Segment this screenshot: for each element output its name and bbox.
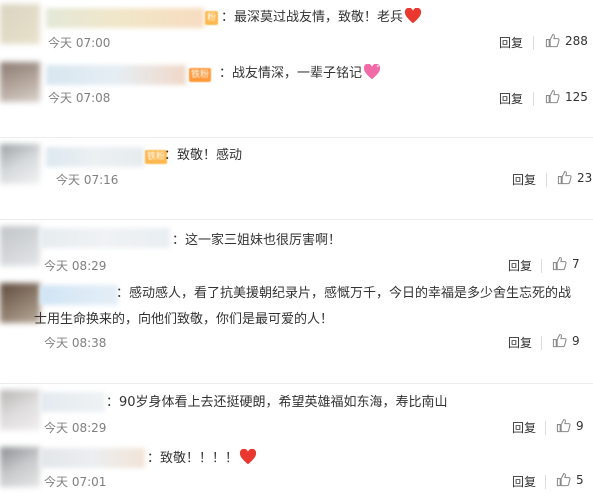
divider — [545, 475, 546, 489]
comment-item: 粉 ：最深莫过战友情，致敬！老兵 今天 07:00 回复 288 — [0, 0, 593, 60]
comment-time: 今天 07:16 — [56, 173, 119, 187]
divider — [541, 336, 542, 350]
avatar[interactable] — [0, 4, 40, 44]
thumbs-up-icon — [552, 256, 567, 271]
comment-text: ：90岁身体看上去还挺硬朗，希望英雄福如东海，寿比南山 — [106, 395, 448, 410]
comment-time: 今天 08:29 — [44, 421, 107, 435]
divider — [541, 259, 542, 273]
like-count: 125 — [565, 89, 588, 104]
comment-item: 铁粉 ：战友情深，一辈子铭记 今天 07:08 回复 125 — [0, 60, 593, 125]
reply-button[interactable]: 回复 — [499, 90, 523, 107]
username-blurred[interactable] — [46, 8, 204, 28]
heart-emoji — [239, 449, 257, 465]
avatar[interactable] — [0, 226, 40, 266]
comment-time: 今天 07:00 — [48, 36, 111, 50]
username-blurred[interactable] — [40, 448, 145, 468]
username-blurred[interactable] — [40, 392, 105, 412]
username-blurred[interactable] — [46, 65, 186, 85]
avatar[interactable] — [0, 144, 40, 184]
like-count: 23 — [577, 170, 593, 185]
like-button[interactable]: 5 — [556, 472, 584, 487]
reply-button[interactable]: 回复 — [512, 171, 536, 188]
divider — [533, 92, 534, 106]
like-button[interactable]: 9 — [556, 418, 584, 433]
avatar[interactable] — [0, 447, 40, 487]
fan-badge: 铁粉 — [189, 68, 212, 82]
comment-text: ：致敬！感动 — [164, 148, 243, 163]
comment-time: 今天 08:29 — [44, 259, 107, 273]
like-button[interactable]: 23 — [557, 170, 592, 185]
divider — [533, 36, 534, 50]
avatar[interactable] — [0, 390, 40, 430]
comment-item: 铁粉 ：致敬！感动 今天 07:16 回复 23 — [0, 137, 593, 210]
like-count: 9 — [572, 333, 580, 348]
sparkle-heart-emoji — [363, 64, 381, 80]
comment-item: ：90岁身体看上去还挺硬朗，希望英雄福如东海，寿比南山 今天 08:29 回复 … — [0, 383, 593, 439]
divider — [545, 421, 546, 435]
thumbs-up-icon — [556, 418, 571, 433]
thumbs-up-icon — [545, 33, 560, 48]
comment-text: ：战友情深，一辈子铭记 — [219, 64, 381, 84]
comment-text: ：致敬！！！！ — [147, 449, 257, 469]
comment-item: ：致敬！！！！ 今天 07:01 回复 5 — [0, 441, 593, 498]
like-button[interactable]: 288 — [545, 33, 588, 48]
thumbs-up-icon — [545, 89, 560, 104]
comment-item: ：这一家三姐妹也很厉害啊！ 今天 08:29 回复 7 — [0, 219, 593, 280]
avatar[interactable] — [0, 62, 40, 102]
fan-badge: 粉 — [205, 11, 219, 25]
username-blurred[interactable] — [40, 228, 170, 248]
like-count: 5 — [576, 472, 584, 487]
like-button[interactable]: 7 — [552, 256, 580, 271]
divider — [546, 173, 547, 187]
like-button[interactable]: 125 — [545, 89, 588, 104]
comment-time: 今天 07:01 — [44, 475, 107, 489]
like-button[interactable]: 9 — [552, 333, 580, 348]
comment-time: 今天 08:38 — [44, 336, 107, 350]
like-count: 9 — [576, 418, 584, 433]
thumbs-up-icon — [557, 170, 572, 185]
thumbs-up-icon — [552, 333, 567, 348]
username-blurred[interactable] — [46, 147, 144, 167]
reply-button[interactable]: 回复 — [512, 419, 536, 436]
comment-text: ：最深莫过战友情，致敬！老兵 — [221, 8, 422, 28]
reply-button[interactable]: 回复 — [508, 334, 532, 351]
comment-text: ：这一家三姐妹也很厉害啊！ — [172, 233, 342, 248]
reply-button[interactable]: 回复 — [512, 473, 536, 490]
heart-emoji — [404, 8, 422, 24]
like-count: 7 — [572, 256, 580, 271]
thumbs-up-icon — [556, 472, 571, 487]
comment-text: ：感动感人，看了抗美援朝纪录片，感慨万千，今日的幸福是多少舍生忘死的战士用生命换… — [34, 286, 572, 327]
comment-item: ：感动感人，看了抗美援朝纪录片，感慨万千，今日的幸福是多少舍生忘死的战士用生命换… — [0, 279, 593, 357]
reply-button[interactable]: 回复 — [499, 34, 523, 51]
like-count: 288 — [565, 33, 588, 48]
comment-time: 今天 07:08 — [48, 91, 111, 105]
reply-button[interactable]: 回复 — [508, 257, 532, 274]
